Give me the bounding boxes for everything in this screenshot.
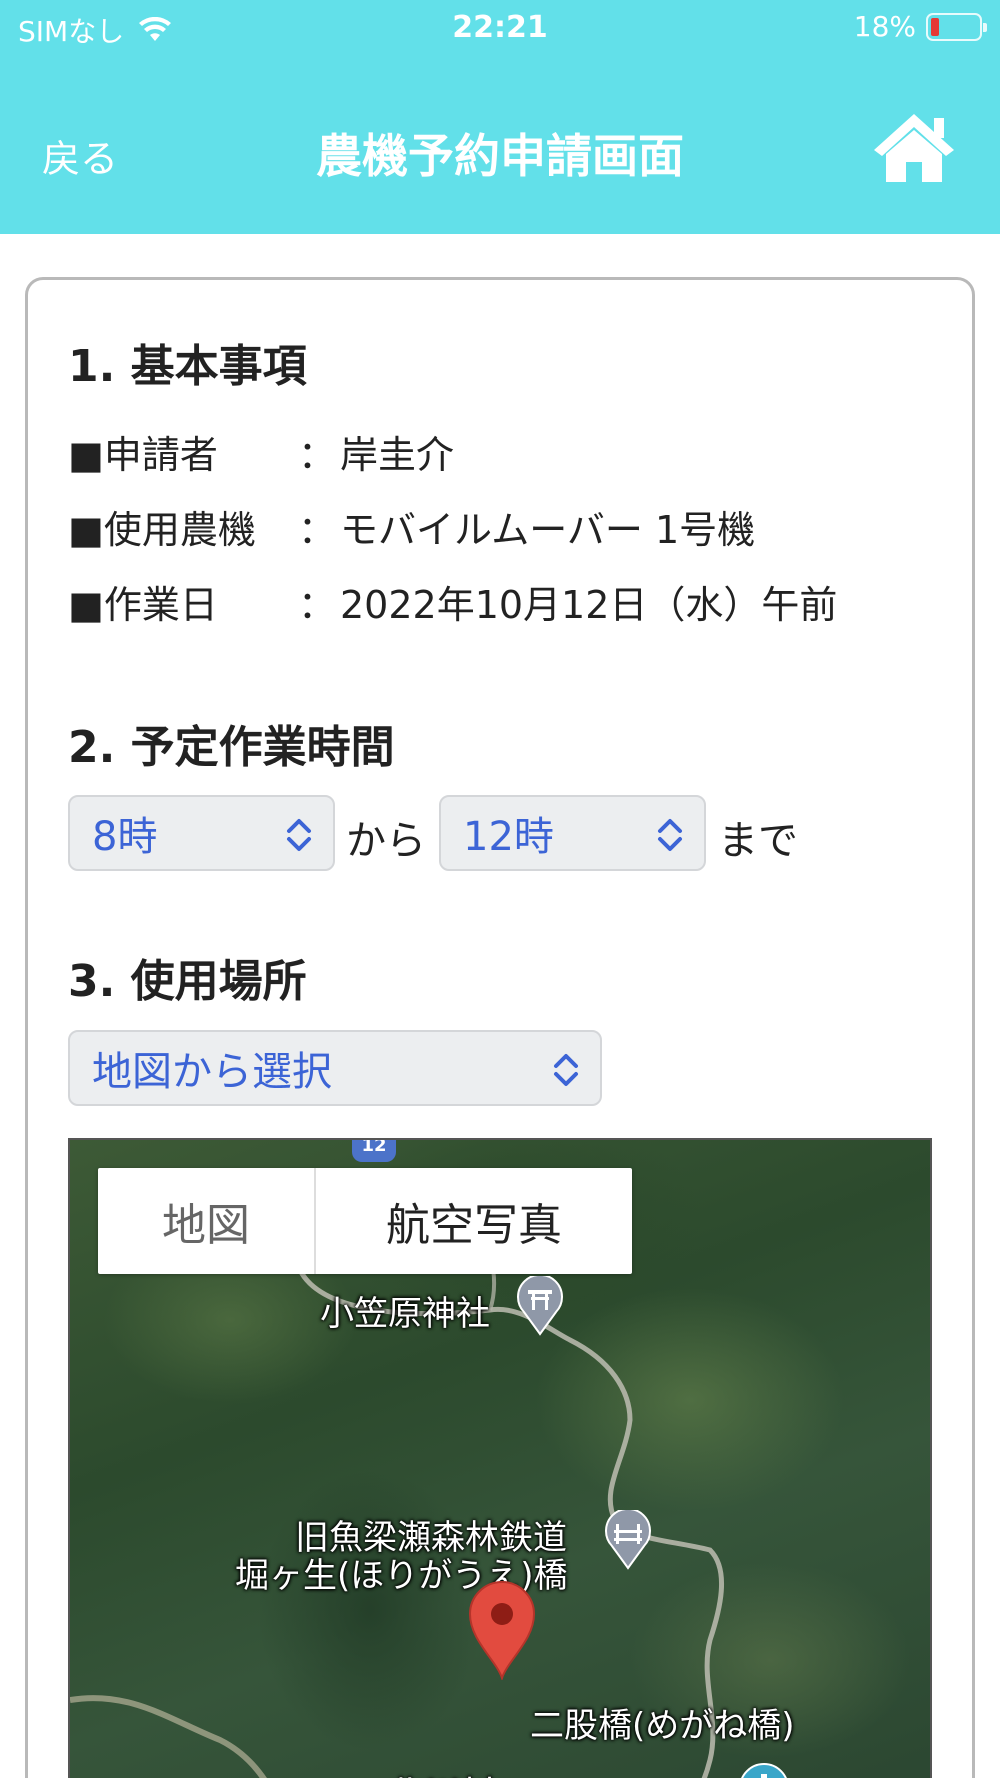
battery-percent: 18% (853, 10, 916, 43)
bridge-icon (605, 1510, 651, 1570)
map-label-shrine: 小笠原神社 (320, 1294, 490, 1334)
poi-marker-icon (741, 1763, 787, 1778)
chevron-up-down-icon (287, 819, 311, 851)
section-location-title: 3. 使用場所 (68, 956, 307, 1007)
map-type-toggle: 地図 航空写真 (98, 1168, 632, 1274)
map-type-aerial-button[interactable]: 航空写真 (316, 1168, 632, 1274)
colon: ： (298, 583, 337, 627)
location-select-value: 地図から選択 (92, 1049, 332, 1095)
info-row-machine: ■使用農機 ： モバイルムーバー 1号機 (68, 499, 755, 554)
battery-indicator: 18% (853, 10, 987, 43)
battery-level-fill (931, 17, 939, 36)
work-date-label: ■作業日 (68, 583, 218, 627)
colon: ： (298, 433, 337, 477)
info-row-applicant: ■申請者 ： 岸圭介 (68, 424, 454, 479)
location-select[interactable]: 地図から選択 (68, 1030, 602, 1106)
from-text: から (346, 818, 426, 864)
map-type-map-button[interactable]: 地図 (98, 1168, 316, 1274)
page-title: 農機予約申請画面 (316, 129, 684, 183)
map-view[interactable]: 12 地図 航空写真 小笠原神社 旧魚梁瀬森林鉄道 堀ヶ生(ほりがうえ)橋 二股… (68, 1138, 932, 1778)
applicant-value: 岸圭介 (340, 433, 455, 477)
colon: ： (298, 508, 337, 552)
battery-icon (926, 12, 987, 41)
section-work-time-title: 2. 予定作業時間 (68, 722, 395, 773)
section-basic-info-title: 1. 基本事項 (68, 341, 307, 392)
chevron-up-down-icon (554, 1054, 578, 1086)
end-hour-value: 12時 (463, 814, 554, 860)
until-text: まで (718, 818, 798, 864)
work-date-value: 2022年10月12日（水）午前 (340, 583, 838, 627)
app-header: SIMなし 22:21 18% 戻る 農機予約申請画面 (0, 0, 1000, 234)
end-hour-select[interactable]: 12時 (439, 795, 706, 871)
location-pin-icon[interactable] (466, 1580, 538, 1680)
home-icon[interactable] (870, 110, 958, 184)
applicant-label: ■申請者 (68, 433, 218, 477)
chevron-up-down-icon (658, 819, 682, 851)
shrine-icon (517, 1276, 563, 1336)
route-number-badge: 12 (352, 1140, 396, 1162)
map-label-village: 北川村 (388, 1766, 496, 1778)
start-hour-value: 8時 (92, 814, 158, 860)
status-bar: SIMなし 22:21 18% (0, 0, 1000, 56)
status-time: 22:21 (452, 10, 548, 45)
info-row-work-date: ■作業日 ： 2022年10月12日（水）午前 (68, 574, 837, 629)
start-hour-select[interactable]: 8時 (68, 795, 335, 871)
map-label-bridge: 二股橋(めがね橋) (530, 1706, 795, 1746)
machine-value: モバイルムーバー 1号機 (340, 508, 756, 552)
machine-label: ■使用農機 (68, 508, 256, 552)
